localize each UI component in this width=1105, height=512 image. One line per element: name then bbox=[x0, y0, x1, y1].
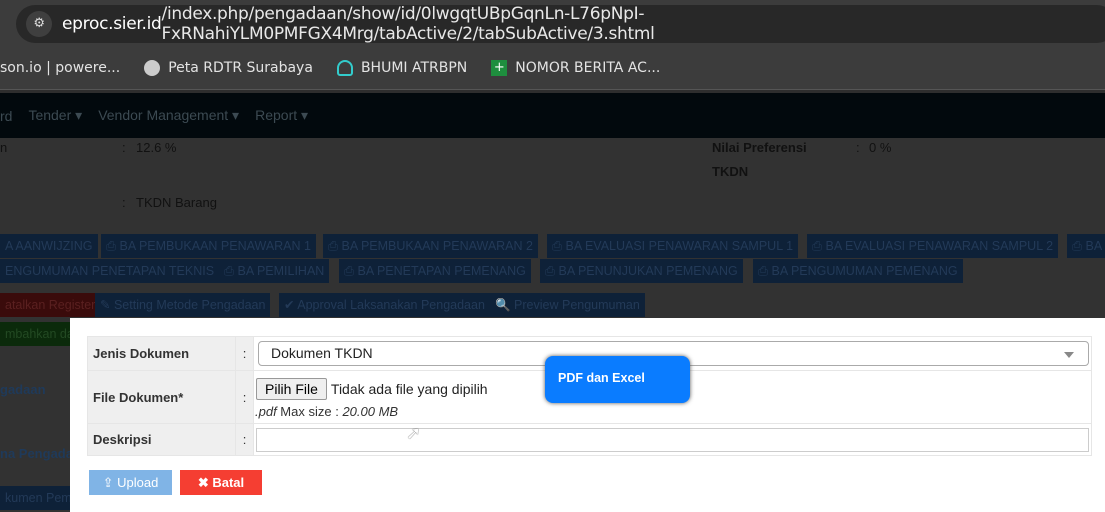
browser-toolbar: ⚙ eproc.sier.id/index.php/pengadaan/show… bbox=[0, 0, 1105, 46]
nav-report[interactable]: Report ▾ bbox=[255, 107, 308, 124]
file-dokumen-label: File Dokumen* bbox=[87, 370, 236, 424]
bookmarks-bar: son.io | powere... Peta RDTR Surabaya BH… bbox=[0, 46, 1105, 90]
batalkan-register-button[interactable]: atalkan Register bbox=[0, 293, 101, 317]
deskripsi-label: Deskripsi bbox=[87, 423, 236, 456]
no-file-text: Tidak ada file yang dipilih bbox=[330, 381, 488, 397]
ba-pengumuman-pemenang-button[interactable]: ⎙ BA PENGUMUMAN PEMENANG bbox=[753, 259, 963, 283]
site-settings-icon[interactable]: ⚙ bbox=[26, 11, 52, 37]
info-value-percent: 12.6 % bbox=[136, 140, 177, 155]
bookmark-3[interactable]: BHUMI ATRBPN bbox=[336, 59, 467, 76]
ba-pembukaan-2-button[interactable]: ⎙ BA PEMBUKAAN PENAWARAN 2 bbox=[323, 234, 538, 258]
upload-icon: ⇪ bbox=[102, 475, 114, 490]
info-colon: : bbox=[122, 140, 126, 155]
tambahkan-button[interactable]: mbahkan da bbox=[0, 322, 79, 346]
info-colon: : bbox=[122, 195, 126, 210]
mouse-cursor-icon: ➚ bbox=[406, 423, 422, 443]
address-bar[interactable]: ⚙ eproc.sier.id/index.php/pengadaan/show… bbox=[16, 4, 1105, 44]
info-value-tkdn: TKDN Barang bbox=[136, 195, 217, 210]
jenis-dokumen-label: Jenis Dokumen bbox=[87, 336, 236, 371]
pref-label: Nilai Preferensi bbox=[712, 140, 807, 155]
info-label: n bbox=[0, 140, 8, 155]
colon: : bbox=[235, 370, 254, 424]
nav-tender[interactable]: Tender ▾ bbox=[28, 107, 82, 124]
bhumi-icon bbox=[336, 59, 353, 76]
setting-metode-button[interactable]: ✎ Setting Metode Pengadaan bbox=[95, 293, 271, 317]
ba-more-button[interactable]: ⎙ BA bbox=[1067, 234, 1105, 258]
ba-pengumuman-teknis-button[interactable]: ENGUMUMAN PENETAPAN TEKNIS bbox=[0, 259, 220, 283]
side-heading-2: na Pengada bbox=[0, 446, 73, 461]
bookmark-4[interactable]: + NOMOR BERITA AC... bbox=[491, 59, 660, 76]
ba-evaluasi-2-button[interactable]: ⎙ BA EVALUASI PENAWARAN SAMPUL 2 bbox=[807, 234, 1059, 258]
close-icon: ✖ bbox=[197, 475, 209, 490]
approval-button[interactable]: ✔ Approval Laksanakan Pengadaan bbox=[279, 293, 490, 317]
tooltip: PDF dan Excel bbox=[545, 356, 690, 403]
colon: : bbox=[235, 423, 254, 456]
chevron-down-icon bbox=[1064, 352, 1074, 363]
ba-penetapan-button[interactable]: ⎙ BA PENETAPAN PEMENANG bbox=[339, 259, 531, 283]
main-nav: rd Tender ▾ Vendor Management ▾ Report ▾ bbox=[0, 93, 1105, 138]
ba-pemilihan-button[interactable]: ⎙ BA PEMILIHAN bbox=[219, 259, 330, 283]
side-heading-1: gadaan bbox=[0, 382, 46, 397]
pref-colon: : bbox=[856, 140, 860, 155]
url-path: /index.php/pengadaan/show/id/0lwgqtUBpGq… bbox=[161, 4, 655, 44]
colon: : bbox=[235, 336, 254, 371]
ba-pembukaan-1-button[interactable]: ⎙ BA PEMBUKAAN PENAWARAN 1 bbox=[101, 234, 316, 258]
deskripsi-textarea[interactable] bbox=[256, 428, 1089, 452]
ba-aanwijzing-button[interactable]: A AANWIJZING bbox=[0, 234, 98, 258]
url-host: eproc.sier.id bbox=[62, 14, 162, 34]
file-hint: .pdf Max size : 20.00 MB bbox=[255, 404, 399, 419]
preview-pengumuman-button[interactable]: 🔍 Preview Pengumuman bbox=[490, 293, 645, 317]
nav-dashboard[interactable]: rd bbox=[0, 108, 12, 124]
bookmark-2[interactable]: Peta RDTR Surabaya bbox=[144, 59, 313, 76]
upload-button[interactable]: ⇪ Upload bbox=[89, 470, 172, 495]
sheets-icon: + bbox=[491, 59, 508, 76]
globe-icon bbox=[144, 59, 161, 76]
bookmark-1[interactable]: son.io | powere... bbox=[0, 60, 120, 76]
nav-vendor-management[interactable]: Vendor Management ▾ bbox=[98, 107, 239, 124]
pref-value: 0 % bbox=[869, 140, 892, 155]
ba-evaluasi-1-button[interactable]: ⎙ BA EVALUASI PENAWARAN SAMPUL 1 bbox=[547, 234, 799, 258]
upload-modal: Jenis Dokumen : Dokumen TKDN File Dokume… bbox=[70, 318, 1105, 512]
pilih-file-button[interactable]: Pilih File bbox=[256, 378, 327, 400]
batal-button[interactable]: ✖ Batal bbox=[180, 470, 262, 495]
pref-label-2: TKDN bbox=[712, 164, 749, 179]
ba-penunjukan-button[interactable]: ⎙ BA PENUNJUKAN PEMENANG bbox=[540, 259, 743, 283]
